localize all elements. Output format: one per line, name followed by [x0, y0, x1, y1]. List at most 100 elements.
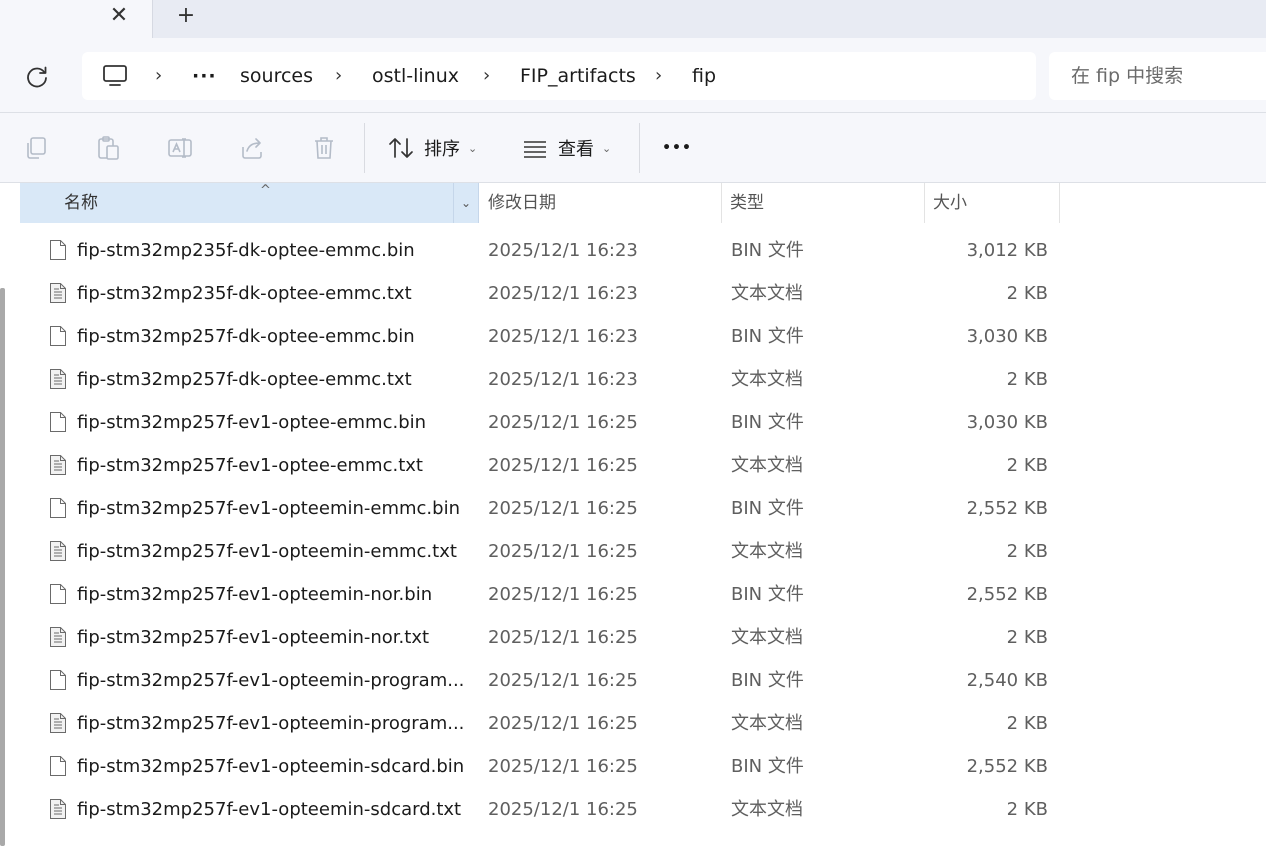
- breadcrumb-separator[interactable]: ›: [483, 64, 490, 88]
- sort-icon: [389, 138, 413, 158]
- command-bar: 排序 ⌄ 查看 ⌄ •••: [0, 113, 1266, 183]
- file-row[interactable]: fip-stm32mp257f-ev1-opteemin-nor.txt 2025…: [20, 616, 1060, 659]
- file-size: 2,552 KB: [966, 756, 1048, 777]
- file-name: fip-stm32mp257f-ev1-opteemin-sdcard.txt: [77, 799, 462, 820]
- file-modified-date: 2025/12/1 16:25: [488, 713, 638, 734]
- breadcrumb-ostl-linux[interactable]: ostl-linux: [372, 64, 459, 88]
- file-name: fip-stm32mp257f-ev1-opteemin-sdcard.bin: [77, 756, 465, 777]
- column-filter-dropdown[interactable]: ⌄: [453, 183, 478, 223]
- file-row[interactable]: fip-stm32mp257f-ev1-optee-emmc.txt 2025/1…: [20, 444, 1060, 487]
- file-name: fip-stm32mp235f-dk-optee-emmc.bin: [77, 240, 415, 261]
- bin-file-icon: [50, 670, 66, 690]
- more-options-button[interactable]: •••: [660, 133, 694, 163]
- file-type: BIN 文件: [731, 412, 804, 433]
- file-type: BIN 文件: [731, 756, 804, 777]
- file-type: BIN 文件: [731, 326, 804, 347]
- breadcrumb-fip[interactable]: fip: [692, 64, 716, 88]
- file-modified-date: 2025/12/1 16:23: [488, 369, 638, 390]
- copy-icon[interactable]: [23, 135, 49, 161]
- file-name: fip-stm32mp235f-dk-optee-emmc.txt: [77, 283, 412, 304]
- search-box[interactable]: 在 fip 中搜索: [1049, 52, 1266, 100]
- chevron-down-icon: ⌄: [602, 141, 612, 155]
- breadcrumb-separator[interactable]: ›: [335, 64, 342, 88]
- breadcrumb-separator[interactable]: ›: [155, 64, 162, 88]
- file-name: fip-stm32mp257f-ev1-opteemin-nor.txt: [77, 627, 430, 648]
- breadcrumb-fip-artifacts[interactable]: FIP_artifacts: [520, 64, 636, 88]
- column-type-label: 类型: [730, 193, 764, 213]
- share-icon[interactable]: [239, 135, 265, 161]
- view-icon: [524, 141, 546, 158]
- search-placeholder: 在 fip 中搜索: [1071, 65, 1184, 87]
- file-modified-date: 2025/12/1 16:25: [488, 541, 638, 562]
- file-modified-date: 2025/12/1 16:23: [488, 326, 638, 347]
- file-size: 2,552 KB: [966, 584, 1048, 605]
- refresh-icon[interactable]: [22, 62, 52, 92]
- paste-icon[interactable]: [95, 135, 121, 161]
- file-modified-date: 2025/12/1 16:25: [488, 799, 638, 820]
- file-type: BIN 文件: [731, 240, 804, 261]
- file-size: 2 KB: [1006, 713, 1048, 734]
- bin-file-icon: [50, 498, 66, 518]
- file-row[interactable]: fip-stm32mp257f-ev1-optee-emmc.bin 2025/1…: [20, 401, 1060, 444]
- file-type: BIN 文件: [731, 670, 804, 691]
- column-header-date[interactable]: 修改日期: [480, 183, 722, 223]
- file-name: fip-stm32mp257f-ev1-optee-emmc.txt: [77, 455, 423, 476]
- file-row[interactable]: fip-stm32mp235f-dk-optee-emmc.bin 2025/12…: [20, 229, 1060, 272]
- file-type: 文本文档: [731, 283, 803, 304]
- breadcrumb-sources[interactable]: sources: [240, 64, 313, 88]
- chevron-down-icon: ⌄: [460, 196, 472, 210]
- file-type: BIN 文件: [731, 498, 804, 519]
- file-row[interactable]: fip-stm32mp257f-ev1-opteemin-program... 2…: [20, 659, 1060, 702]
- text-file-icon: [50, 541, 66, 561]
- file-modified-date: 2025/12/1 16:25: [488, 627, 638, 648]
- file-row[interactable]: fip-stm32mp257f-ev1-opteemin-sdcard.txt 2…: [20, 788, 1060, 831]
- sort-label: 排序: [424, 139, 460, 160]
- file-row[interactable]: fip-stm32mp257f-ev1-opteemin-emmc.bin 202…: [20, 487, 1060, 530]
- file-modified-date: 2025/12/1 16:23: [488, 240, 638, 261]
- navigation-bar: › ··· sources › ostl-linux › FIP_artifac…: [0, 38, 1266, 113]
- column-header-size[interactable]: 大小: [925, 183, 1060, 223]
- file-row[interactable]: fip-stm32mp257f-ev1-opteemin-program... 2…: [20, 702, 1060, 745]
- file-modified-date: 2025/12/1 16:25: [488, 584, 638, 605]
- text-file-icon: [50, 283, 66, 303]
- file-size: 2 KB: [1006, 541, 1048, 562]
- file-row[interactable]: fip-stm32mp257f-dk-optee-emmc.txt 2025/12…: [20, 358, 1060, 401]
- file-name: fip-stm32mp257f-dk-optee-emmc.bin: [77, 326, 415, 347]
- file-size: 3,030 KB: [966, 326, 1048, 347]
- column-header-row: ^ 名称 ⌄ 修改日期 类型 大小: [0, 183, 1266, 223]
- vertical-scrollbar[interactable]: [0, 288, 5, 846]
- view-button[interactable]: 查看 ⌄: [522, 131, 611, 165]
- address-bar[interactable]: › ··· sources › ostl-linux › FIP_artifac…: [82, 52, 1036, 100]
- file-size: 2,540 KB: [966, 670, 1048, 691]
- text-file-icon: [50, 369, 66, 389]
- file-row[interactable]: fip-stm32mp257f-ev1-opteemin-emmc.txt 202…: [20, 530, 1060, 573]
- file-row[interactable]: fip-stm32mp257f-ev1-opteemin-sdcard.bin 2…: [20, 745, 1060, 788]
- breadcrumb-overflow[interactable]: ···: [192, 64, 217, 88]
- file-row[interactable]: fip-stm32mp257f-dk-optee-emmc.bin 2025/12…: [20, 315, 1060, 358]
- bin-file-icon: [50, 326, 66, 346]
- close-tab-button[interactable]: ✕: [106, 3, 132, 29]
- file-name: fip-stm32mp257f-dk-optee-emmc.txt: [77, 369, 412, 390]
- view-label: 查看: [558, 139, 594, 160]
- file-size: 2 KB: [1006, 283, 1048, 304]
- new-tab-button[interactable]: +: [172, 2, 200, 30]
- file-size: 2 KB: [1006, 369, 1048, 390]
- active-tab[interactable]: ✕: [0, 0, 153, 38]
- file-row[interactable]: fip-stm32mp257f-ev1-opteemin-nor.bin 2025…: [20, 573, 1060, 616]
- bin-file-icon: [50, 412, 66, 432]
- file-name: fip-stm32mp257f-ev1-opteemin-program...: [77, 670, 465, 691]
- file-type: BIN 文件: [731, 584, 804, 605]
- column-header-name[interactable]: ^ 名称 ⌄: [20, 183, 479, 223]
- file-type: 文本文档: [731, 455, 803, 476]
- sort-button[interactable]: 排序 ⌄: [388, 131, 477, 165]
- sort-ascending-icon: ^: [260, 183, 271, 198]
- file-modified-date: 2025/12/1 16:23: [488, 283, 638, 304]
- toolbar-divider: [364, 123, 365, 173]
- file-row[interactable]: fip-stm32mp235f-dk-optee-emmc.txt 2025/12…: [20, 272, 1060, 315]
- delete-icon[interactable]: [311, 135, 337, 161]
- column-header-type[interactable]: 类型: [722, 183, 925, 223]
- rename-icon[interactable]: [167, 135, 193, 161]
- breadcrumb-separator[interactable]: ›: [655, 64, 662, 88]
- this-pc-icon[interactable]: [102, 64, 128, 88]
- file-type: 文本文档: [731, 799, 803, 820]
